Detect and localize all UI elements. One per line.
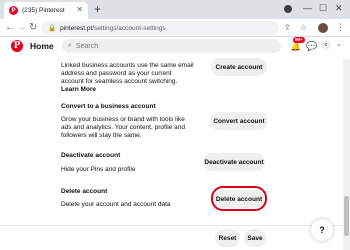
url-host: pinterest.pt: [60, 24, 93, 32]
convert-account-button[interactable]: Convert account: [210, 112, 268, 130]
messages-icon[interactable]: 💬: [306, 41, 317, 51]
footer-divider: [0, 225, 343, 226]
scrollbar-thumb[interactable]: [344, 196, 349, 236]
switch-desc-line-3: account for seamless account switching.: [61, 78, 178, 85]
home-link[interactable]: Home: [30, 39, 54, 53]
address-bar[interactable]: 🔒 pinterest.pt/settings/account-settings: [41, 21, 279, 35]
tab-close-icon[interactable]: ✕: [76, 5, 83, 15]
reload-icon[interactable]: ↻: [29, 21, 37, 35]
bookmark-star-icon[interactable]: ☆: [300, 22, 307, 33]
delete-title: Delete account: [61, 188, 108, 195]
tab-title: (235) Pinterest: [22, 7, 65, 14]
close-window-button[interactable]: ✕: [335, 2, 343, 14]
url-path: /settings/account-settings: [92, 24, 166, 32]
recording-indicator-icon: [284, 5, 292, 13]
deactivate-desc: Hide your Pins and profile: [61, 166, 136, 173]
convert-desc-line-3: followers will stay the same.: [61, 132, 142, 139]
pinterest-logo-icon[interactable]: P: [11, 40, 23, 52]
minimize-button[interactable]: —: [303, 2, 312, 14]
delete-desc: Delete your account and account data: [61, 201, 171, 208]
browser-toolbar: ← → ↻ 🔒 pinterest.pt/settings/account-se…: [0, 19, 350, 37]
deactivate-account-button[interactable]: Deactivate account: [203, 153, 265, 171]
convert-desc-line-1: Grow your business or brand with tools l…: [61, 116, 185, 123]
convert-desc-line-2: ads and analytics. Your content, profile…: [61, 124, 185, 131]
browser-profile-avatar[interactable]: [318, 23, 328, 33]
browser-tab-strip: P (235) Pinterest ✕ + — ☐ ✕: [0, 0, 350, 19]
deactivate-title: Deactivate account: [61, 152, 121, 159]
reset-button[interactable]: Reset: [215, 229, 240, 247]
delete-account-highlight-outline: [211, 186, 267, 211]
create-account-button[interactable]: Create account: [211, 58, 267, 76]
switch-desc-line-1: Linked business accounts use the same em…: [61, 62, 194, 69]
browser-tab[interactable]: P (235) Pinterest ✕: [4, 2, 88, 19]
forward-arrow-icon[interactable]: →: [17, 21, 27, 35]
learn-more-link[interactable]: Learn More: [61, 86, 96, 94]
maximize-button[interactable]: ☐: [319, 2, 327, 14]
pinterest-header: P Home ⌕ 🔔 99+ 💬 c ⌄: [0, 37, 350, 59]
help-button[interactable]: ?: [311, 219, 333, 241]
search-input[interactable]: [75, 42, 256, 50]
save-button[interactable]: Save: [244, 229, 266, 247]
search-icon: ⌕: [68, 42, 72, 49]
new-tab-button[interactable]: +: [94, 2, 101, 16]
convert-title: Convert to a business account: [61, 103, 156, 110]
user-avatar[interactable]: c: [321, 40, 331, 50]
share-icon[interactable]: ⇪: [284, 22, 291, 33]
chevron-down-icon[interactable]: ⌄: [336, 40, 342, 50]
switch-desc-line-2: address and password as your current: [61, 70, 172, 77]
pinterest-favicon-icon: P: [9, 6, 18, 15]
notification-badge: 99+: [293, 37, 305, 43]
back-arrow-icon[interactable]: ←: [5, 21, 15, 35]
search-bar[interactable]: ⌕: [62, 39, 281, 53]
lock-icon: 🔒: [48, 25, 57, 32]
browser-menu-icon[interactable]: ⋮: [336, 21, 345, 34]
